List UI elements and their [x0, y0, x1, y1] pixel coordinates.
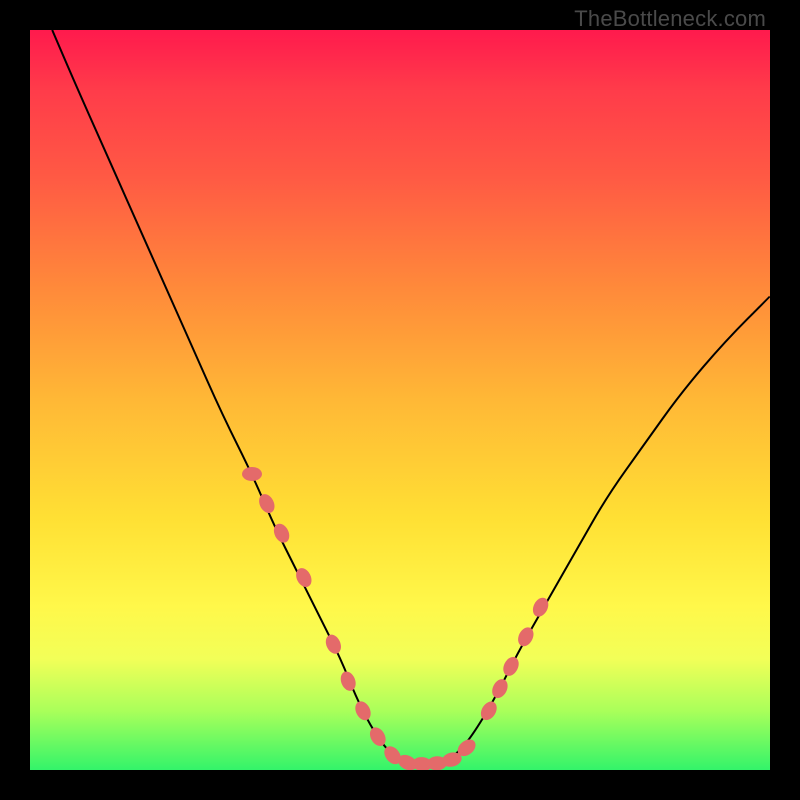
curve-marker [489, 677, 510, 701]
curve-marker [352, 699, 373, 723]
curve-marker [256, 492, 277, 516]
curve-marker [323, 632, 344, 656]
marker-group [242, 467, 551, 770]
curve-marker [500, 654, 521, 678]
curve-marker [478, 699, 500, 723]
curve-svg [30, 30, 770, 770]
curve-marker [338, 669, 358, 693]
curve-marker [242, 467, 262, 481]
watermark-text: TheBottleneck.com [574, 6, 766, 32]
bottleneck-curve [52, 30, 770, 766]
chart-frame: TheBottleneck.com [0, 0, 800, 800]
plot-area [30, 30, 770, 770]
curve-marker [515, 625, 536, 649]
curve-marker [367, 725, 389, 749]
